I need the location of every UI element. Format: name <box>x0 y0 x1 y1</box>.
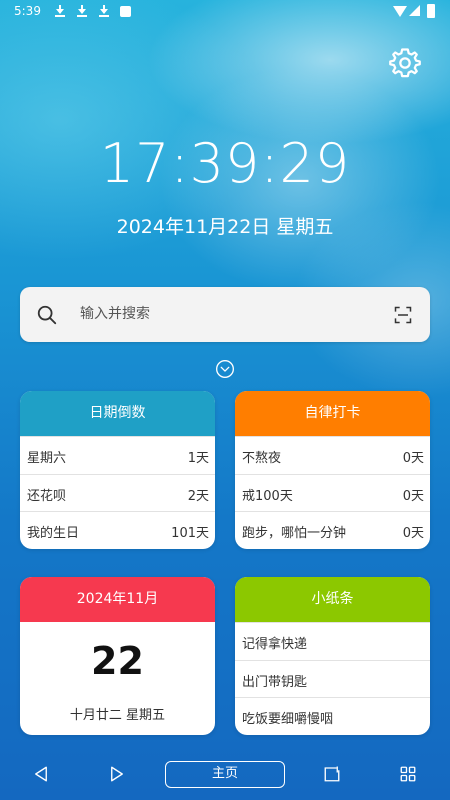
clock-time: 17:39:29 <box>99 132 351 195</box>
search-icon[interactable] <box>36 304 58 326</box>
notes-card-title: 小纸条 <box>235 577 430 622</box>
signal-icon <box>409 5 420 16</box>
checkin-label: 戒100天 <box>242 488 293 504</box>
status-bar: 5:39 <box>0 0 450 24</box>
list-item[interactable]: 还花呗 2天 <box>20 473 215 512</box>
scan-icon[interactable] <box>393 305 413 325</box>
bottom-nav: 主页 <box>0 752 450 800</box>
checkin-label: 跑步，哪怕一分钟 <box>242 526 347 541</box>
list-item[interactable]: 我的生日 101天 <box>20 511 215 549</box>
notification-icon <box>120 6 131 17</box>
search-input[interactable] <box>80 299 380 329</box>
note-text: 吃饭要细嚼慢咽 <box>242 712 334 727</box>
status-time: 5:39 <box>14 4 41 18</box>
apps-grid-icon[interactable] <box>399 765 417 783</box>
checkin-card-title: 自律打卡 <box>235 391 430 436</box>
download-icon <box>77 5 87 17</box>
countdown-label: 还花呗 <box>27 488 67 504</box>
calendar-day: 22 <box>91 639 144 683</box>
list-item[interactable]: 星期六 1天 <box>20 436 215 474</box>
note-text: 记得拿快递 <box>242 637 308 652</box>
back-icon[interactable] <box>32 765 50 783</box>
notes-card[interactable]: 小纸条 记得拿快递 出门带钥匙 吃饭要细嚼慢咽 <box>235 577 430 735</box>
note-text: 出门带钥匙 <box>242 674 308 690</box>
chevron-down-circle-icon[interactable] <box>215 359 235 379</box>
list-item[interactable]: 吃饭要细嚼慢咽 <box>235 697 430 735</box>
checkin-value: 0天 <box>402 526 424 541</box>
forward-icon[interactable] <box>108 765 126 783</box>
list-item[interactable]: 不熬夜 0天 <box>235 436 430 474</box>
tab-icon[interactable] <box>323 765 341 783</box>
countdown-value: 2天 <box>187 488 209 504</box>
countdown-value: 1天 <box>187 451 209 466</box>
clock-date: 2024年11月22日 星期五 <box>116 216 334 238</box>
countdown-value: 101天 <box>171 526 209 541</box>
home-button[interactable]: 主页 <box>165 761 285 788</box>
list-item[interactable]: 戒100天 0天 <box>235 473 430 512</box>
list-item[interactable]: 出门带钥匙 <box>235 659 430 698</box>
checkin-value: 0天 <box>402 451 424 466</box>
search-bar[interactable] <box>20 287 430 342</box>
battery-icon <box>427 4 435 18</box>
countdown-card-title: 日期倒数 <box>20 391 215 436</box>
wifi-icon <box>393 6 407 17</box>
countdown-label: 我的生日 <box>27 526 80 541</box>
calendar-lunar-weekday: 十月廿二 星期五 <box>69 708 166 723</box>
list-item[interactable]: 跑步，哪怕一分钟 0天 <box>235 511 430 549</box>
checkin-card[interactable]: 自律打卡 不熬夜 0天 戒100天 0天 跑步，哪怕一分钟 0天 <box>235 391 430 549</box>
countdown-card[interactable]: 日期倒数 星期六 1天 还花呗 2天 我的生日 101天 <box>20 391 215 549</box>
list-item[interactable]: 记得拿快递 <box>235 622 430 660</box>
calendar-month: 2024年11月 <box>20 577 215 622</box>
checkin-value: 0天 <box>402 488 424 504</box>
download-icon <box>55 5 65 17</box>
checkin-label: 不熬夜 <box>242 451 282 466</box>
countdown-label: 星期六 <box>27 451 67 466</box>
gear-icon[interactable] <box>388 46 422 80</box>
download-icon <box>99 5 109 17</box>
calendar-card[interactable]: 2024年11月 22 十月廿二 星期五 <box>20 577 215 735</box>
